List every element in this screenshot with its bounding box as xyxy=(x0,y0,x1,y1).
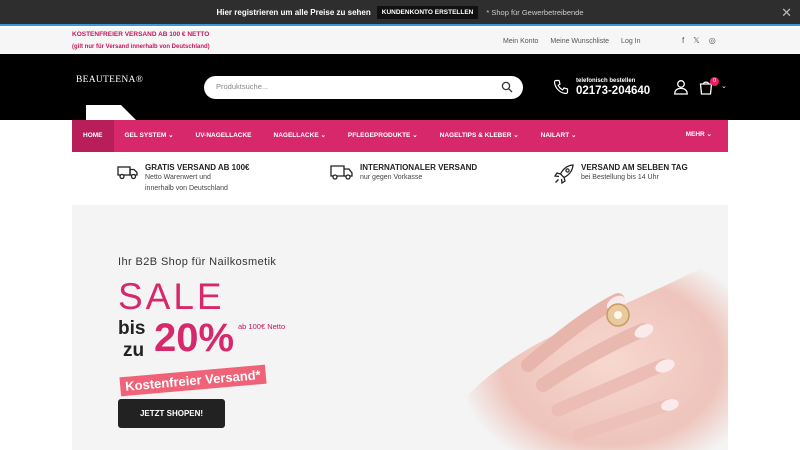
my-account-link[interactable]: Mein Konto xyxy=(503,38,538,45)
free-shipping-condition: (gilt nur für Versand innerhalb von Deut… xyxy=(72,44,210,50)
phone-icon xyxy=(553,79,569,95)
nav-item-more[interactable]: MEHR ⌄ xyxy=(686,130,712,138)
chevron-down-icon[interactable]: ⌄ xyxy=(721,82,727,90)
usp-title: INTERNATIONALER VERSAND xyxy=(360,163,478,172)
nav-item-nagellacke[interactable]: NAGELLACKE ⌄ xyxy=(263,120,337,152)
hero-subtitle: Ihr B2B Shop für Nailkosmetik xyxy=(118,256,277,268)
main-navigation: HOME GEL SYSTEM ⌄ UV-NAGELLACKE NAGELLAC… xyxy=(72,120,728,152)
search-icon[interactable] xyxy=(501,81,513,93)
free-shipping-notice: KOSTENFREIER VERSAND AB 100 € NETTO xyxy=(72,31,210,38)
logo-shape xyxy=(86,105,136,120)
search-box[interactable]: Produktsuche... xyxy=(204,76,523,99)
hero-netto-note: ab 100€ Netto xyxy=(238,322,286,331)
shop-now-button[interactable]: JETZT SHOPEN! xyxy=(118,399,225,428)
hero-sale-title: SALE xyxy=(118,276,225,317)
usp-international-shipping: INTERNATIONALER VERSAND nur gegen Vorkas… xyxy=(330,163,477,183)
usp-line: bei Bestellung bis 14 Uhr xyxy=(581,174,659,181)
search-input[interactable]: Produktsuche... xyxy=(216,82,268,91)
hero-zu: zu xyxy=(123,340,145,361)
nav-item-nailart[interactable]: NAILART ⌄ xyxy=(530,120,588,152)
nav-item-nageltips-kleber[interactable]: NAGELTIPS & KLEBER ⌄ xyxy=(429,120,530,152)
delivery-truck-icon xyxy=(330,165,353,180)
register-prompt: Hier registrieren um alle Preise zu sehe… xyxy=(216,7,371,17)
x-twitter-icon[interactable]: 𝕏 xyxy=(693,36,699,45)
hero-banner: Ihr B2B Shop für Nailkosmetik SALE bis z… xyxy=(72,205,728,450)
hero-discount-percent: 20% xyxy=(154,316,235,360)
nav-item-home[interactable]: HOME xyxy=(72,120,114,152)
rocket-icon xyxy=(553,164,574,185)
login-link[interactable]: Log In xyxy=(621,38,640,45)
usp-title: GRATIS VERSAND AB 100€ xyxy=(145,163,250,172)
usp-line: Netto Warenwert und xyxy=(145,174,211,181)
site-logo[interactable]: BEAUTEENA® xyxy=(76,75,143,85)
close-icon[interactable]: ✕ xyxy=(781,5,792,21)
create-account-button[interactable]: KUNDENKONTO ERSTELLEN xyxy=(376,5,479,19)
truck-icon xyxy=(117,166,138,180)
user-icon[interactable] xyxy=(673,79,689,95)
account-links: Mein Konto Meine Wunschliste Log In xyxy=(503,38,641,45)
free-shipping-ribbon: Kostenfreier Versand* xyxy=(119,364,267,397)
phone-number[interactable]: 02173-204640 xyxy=(576,85,650,97)
cart-count-badge: 0 xyxy=(710,77,719,86)
usp-free-shipping: GRATIS VERSAND AB 100€ Netto Warenwert u… xyxy=(117,163,249,194)
hand-nails-image xyxy=(468,245,728,450)
usp-same-day-shipping: VERSAND AM SELBEN TAG bei Bestellung bis… xyxy=(553,163,688,185)
instagram-icon[interactable]: ◎ xyxy=(709,36,716,45)
wishlist-link[interactable]: Meine Wunschliste xyxy=(550,38,609,45)
site-header: BEAUTEENA® Produktsuche... telefonisch b… xyxy=(0,54,800,120)
hero-bis: bis xyxy=(118,318,146,339)
facebook-icon[interactable]: f xyxy=(682,36,684,45)
phone-label: telefonisch bestellen xyxy=(576,78,636,84)
social-links: f 𝕏 ◎ xyxy=(682,36,716,45)
nav-item-pflegeprodukte[interactable]: PFLEGEPRODUKTE ⌄ xyxy=(337,120,429,152)
usp-line: innerhalb von Deutschland xyxy=(145,185,228,192)
top-promo-bar: Hier registrieren um alle Preise zu sehe… xyxy=(0,0,800,26)
info-bar: KOSTENFREIER VERSAND AB 100 € NETTO (gil… xyxy=(0,28,800,54)
nav-item-gel-system[interactable]: GEL SYSTEM ⌄ xyxy=(114,120,185,152)
usp-title: VERSAND AM SELBEN TAG xyxy=(581,163,688,172)
business-note: * Shop für Gewerbetreibende xyxy=(486,7,584,17)
usp-line: nur gegen Vorkasse xyxy=(360,174,423,181)
nav-item-uv-nagellacke[interactable]: UV-NAGELLACKE xyxy=(185,120,263,152)
